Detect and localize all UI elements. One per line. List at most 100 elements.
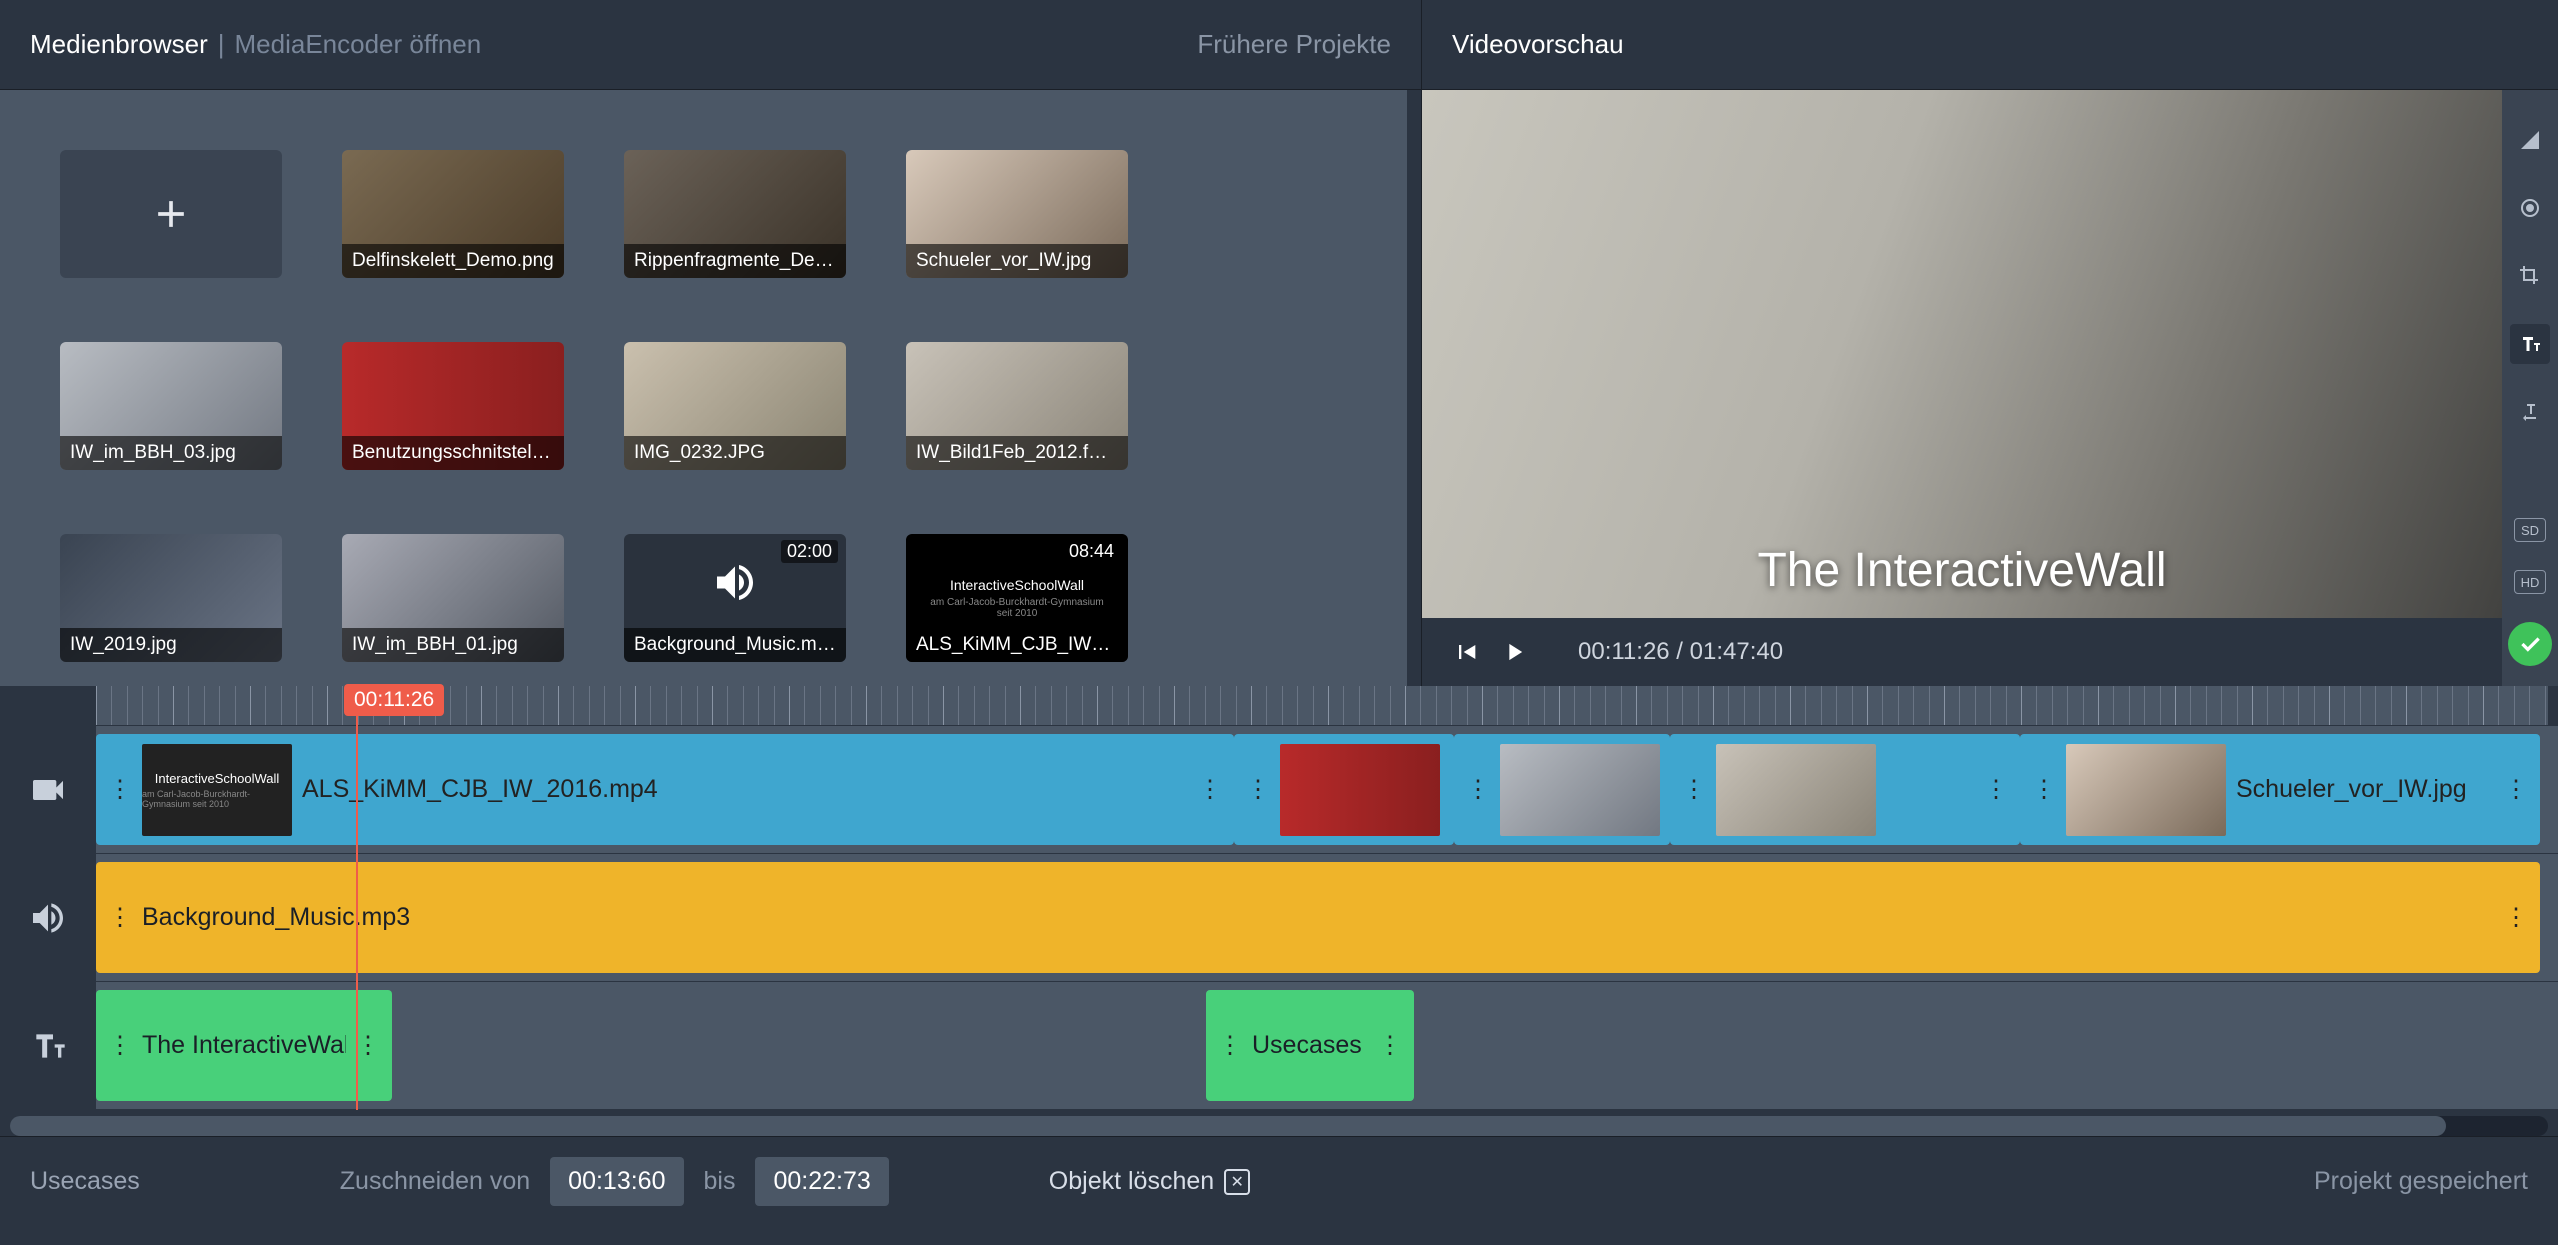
clip-handle-right[interactable]: ⋮	[2504, 903, 2528, 932]
media-duration: 08:44	[1063, 540, 1120, 563]
bottom-bar: Usecases Zuschneiden von 00:13:60 bis 00…	[0, 1136, 2558, 1226]
speaker-icon	[711, 559, 759, 612]
clip-handle-right[interactable]: ⋮	[1378, 1031, 1402, 1060]
clip-thumbnail: InteractiveSchoolWallam Carl-Jacob-Burck…	[142, 744, 292, 836]
audio-clip[interactable]: ⋮Background_Music.mp3⋮	[96, 862, 2540, 973]
audio-lane[interactable]: ⋮Background_Music.mp3⋮	[96, 854, 2548, 981]
text-clip[interactable]: ⋮ Usecases ⋮	[1206, 990, 1414, 1101]
media-duration: 02:00	[781, 540, 838, 563]
hd-badge[interactable]: HD	[2514, 570, 2546, 594]
clip-handle-right[interactable]: ⋮	[1198, 775, 1222, 804]
video-clip[interactable]: ⋮⋮	[1670, 734, 2020, 845]
media-caption: IW_im_BBH_03.jpg	[60, 436, 282, 470]
clip-thumbnail	[2066, 744, 2226, 836]
text-icon[interactable]	[2510, 324, 2550, 364]
clip-handle-right[interactable]: ⋮	[356, 1031, 380, 1060]
text-clip[interactable]: ⋮ The InteractiveWall ⋮	[96, 990, 392, 1101]
clip-handle-left[interactable]: ⋮	[108, 1031, 132, 1060]
media-item[interactable]: IW_im_BBH_01.jpg	[342, 534, 564, 662]
clip-handle-right[interactable]: ⋮	[2504, 775, 2528, 804]
trim-to-input[interactable]: 00:22:73	[755, 1157, 888, 1206]
media-item[interactable]: Delfinskelett_Demo.png	[342, 150, 564, 278]
media-item[interactable]: IW_2019.jpg	[60, 534, 282, 662]
audio-track-icon	[0, 854, 96, 981]
signal-icon[interactable]	[2510, 120, 2550, 160]
tab-media-browser[interactable]: Medienbrowser	[30, 29, 208, 60]
media-caption: IMG_0232.JPG	[624, 436, 846, 470]
link-open-encoder[interactable]: MediaEncoder öffnen	[235, 29, 482, 60]
delete-icon: ✕	[1224, 1169, 1250, 1195]
preview-timecode: 00:11:26 / 01:47:40	[1578, 638, 1783, 666]
timeline-scrollbar[interactable]	[10, 1116, 2548, 1136]
trim-from-input[interactable]: 00:13:60	[550, 1157, 683, 1206]
clip-thumbnail	[1280, 744, 1440, 836]
playhead-badge[interactable]: 00:11:26	[344, 684, 444, 716]
media-caption: Benutzungsschnitstelle...	[342, 436, 564, 470]
clip-handle-left[interactable]: ⋮	[108, 775, 132, 804]
media-caption: Rippenfragmente_Dem...	[624, 244, 846, 278]
video-lane[interactable]: ⋮ InteractiveSchoolWallam Carl-Jacob-Burc…	[96, 726, 2548, 853]
media-caption: Delfinskelett_Demo.png	[342, 244, 564, 278]
trim-label: Zuschneiden von	[340, 1167, 530, 1196]
timeline-scrollbar-thumb[interactable]	[10, 1116, 2446, 1136]
preview-viewport[interactable]: The InteractiveWall	[1422, 90, 2502, 618]
delete-object-button[interactable]: Objekt löschen ✕	[1049, 1167, 1250, 1196]
media-caption: ALS_KiMM_CJB_IW_201...	[906, 628, 1128, 662]
preview-controls: 00:11:26 / 01:47:40	[1422, 618, 2502, 686]
top-section: Medienbrowser | MediaEncoder öffnen Früh…	[0, 0, 2558, 686]
selected-clip-name: Usecases	[30, 1167, 140, 1196]
media-item[interactable]: IMG_0232.JPG	[624, 342, 846, 470]
clip-handle-left[interactable]: ⋮	[2032, 775, 2056, 804]
time-ruler[interactable]: 00:11:26	[96, 686, 2548, 726]
text-track: ⋮ The InteractiveWall ⋮ ⋮ Usecases ⋮	[0, 982, 2558, 1110]
plus-icon	[149, 192, 193, 236]
media-item[interactable]: 02:00 Background_Music.mp3	[624, 534, 846, 662]
text-lane[interactable]: ⋮ The InteractiveWall ⋮ ⋮ Usecases ⋮	[96, 982, 2548, 1109]
media-grid: Delfinskelett_Demo.png Rippenfragmente_De…	[0, 90, 1421, 686]
media-item[interactable]: IW_im_BBH_03.jpg	[60, 342, 282, 470]
add-media-button[interactable]	[60, 150, 282, 278]
sd-badge[interactable]: SD	[2514, 518, 2546, 542]
clip-label: Schueler_vor_IW.jpg	[2236, 775, 2467, 804]
preview-body: The InteractiveWall 00:11:26 / 01:47:40	[1422, 90, 2558, 686]
clip-handle-left[interactable]: ⋮	[1682, 775, 1706, 804]
clip-handle-left[interactable]: ⋮	[1218, 1031, 1242, 1060]
target-icon[interactable]	[2510, 188, 2550, 228]
clip-label: The InteractiveWall	[142, 1031, 346, 1060]
preview-tool-strip: SD HD	[2502, 90, 2558, 686]
header-separator: |	[218, 29, 225, 60]
play-button[interactable]	[1500, 638, 1528, 666]
video-track-icon	[0, 726, 96, 853]
clip-handle-left[interactable]: ⋮	[1246, 775, 1270, 804]
clip-handle-right[interactable]: ⋮	[1984, 775, 2008, 804]
media-caption: IW_im_BBH_01.jpg	[342, 628, 564, 662]
media-item[interactable]: 08:44InteractiveSchoolWallam Carl-Jacob-…	[906, 534, 1128, 662]
link-recent-projects[interactable]: Frühere Projekte	[1197, 29, 1391, 60]
preview-title: Videovorschau	[1452, 29, 1624, 60]
video-clip[interactable]: ⋮⋮	[1234, 734, 1454, 845]
media-item[interactable]: Schueler_vor_IW.jpg	[906, 150, 1128, 278]
trim-to-label: bis	[704, 1167, 736, 1196]
text-direction-icon[interactable]	[2510, 392, 2550, 432]
skip-back-button[interactable]	[1452, 638, 1480, 666]
playhead-line[interactable]	[356, 686, 358, 1110]
preview-main: The InteractiveWall 00:11:26 / 01:47:40	[1422, 90, 2502, 686]
clip-thumbnail	[1716, 744, 1876, 836]
media-browser-header: Medienbrowser | MediaEncoder öffnen Früh…	[0, 0, 1421, 90]
media-caption: IW_2019.jpg	[60, 628, 282, 662]
preview-panel: Videovorschau The InteractiveWall 00:11:…	[1422, 0, 2558, 686]
media-caption: Background_Music.mp3	[624, 628, 846, 662]
video-clip[interactable]: ⋮⋮	[1454, 734, 1670, 845]
media-item[interactable]: Benutzungsschnitstelle...	[342, 342, 564, 470]
crop-icon[interactable]	[2510, 256, 2550, 296]
clip-handle-left[interactable]: ⋮	[1466, 775, 1490, 804]
video-clip[interactable]: ⋮ Schueler_vor_IW.jpg ⋮	[2020, 734, 2540, 845]
clip-handle-left[interactable]: ⋮	[108, 903, 132, 932]
media-item[interactable]: IW_Bild1Feb_2012.fw.p...	[906, 342, 1128, 470]
video-clip[interactable]: ⋮ InteractiveSchoolWallam Carl-Jacob-Burc…	[96, 734, 1234, 845]
preview-header: Videovorschau	[1422, 0, 2558, 90]
confirm-button[interactable]	[2508, 622, 2552, 666]
media-item[interactable]: Rippenfragmente_Dem...	[624, 150, 846, 278]
timeline-section: 00:11:26 ⋮ InteractiveSchoolWallam Carl-J…	[0, 686, 2558, 1245]
clip-label: Usecases	[1252, 1031, 1362, 1060]
